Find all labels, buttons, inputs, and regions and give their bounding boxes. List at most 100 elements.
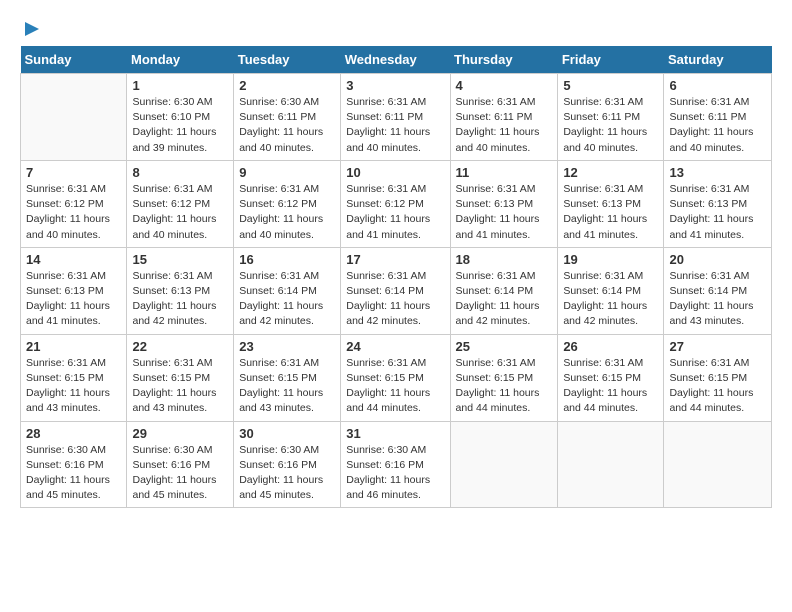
- day-number: 23: [239, 339, 335, 354]
- day-info: Sunrise: 6:31 AM Sunset: 6:13 PM Dayligh…: [456, 182, 553, 243]
- calendar-cell: 19 Sunrise: 6:31 AM Sunset: 6:14 PM Dayli…: [558, 247, 664, 334]
- calendar-cell: 1 Sunrise: 6:30 AM Sunset: 6:10 PM Daylig…: [127, 74, 234, 161]
- day-info: Sunrise: 6:31 AM Sunset: 6:14 PM Dayligh…: [563, 269, 658, 330]
- calendar-cell: 21 Sunrise: 6:31 AM Sunset: 6:15 PM Dayli…: [21, 334, 127, 421]
- calendar-cell: 7 Sunrise: 6:31 AM Sunset: 6:12 PM Daylig…: [21, 160, 127, 247]
- day-number: 11: [456, 165, 553, 180]
- day-info: Sunrise: 6:31 AM Sunset: 6:12 PM Dayligh…: [239, 182, 335, 243]
- day-number: 10: [346, 165, 444, 180]
- calendar-cell: 15 Sunrise: 6:31 AM Sunset: 6:13 PM Dayli…: [127, 247, 234, 334]
- day-number: 21: [26, 339, 121, 354]
- day-info: Sunrise: 6:30 AM Sunset: 6:10 PM Dayligh…: [132, 95, 228, 156]
- day-info: Sunrise: 6:31 AM Sunset: 6:14 PM Dayligh…: [239, 269, 335, 330]
- day-number: 4: [456, 78, 553, 93]
- calendar-cell: 13 Sunrise: 6:31 AM Sunset: 6:13 PM Dayli…: [664, 160, 772, 247]
- calendar-cell: 4 Sunrise: 6:31 AM Sunset: 6:11 PM Daylig…: [450, 74, 558, 161]
- day-info: Sunrise: 6:31 AM Sunset: 6:12 PM Dayligh…: [132, 182, 228, 243]
- header-tuesday: Tuesday: [234, 46, 341, 74]
- week-row-3: 14 Sunrise: 6:31 AM Sunset: 6:13 PM Dayli…: [21, 247, 772, 334]
- day-number: 25: [456, 339, 553, 354]
- day-info: Sunrise: 6:31 AM Sunset: 6:11 PM Dayligh…: [669, 95, 766, 156]
- header-thursday: Thursday: [450, 46, 558, 74]
- day-number: 29: [132, 426, 228, 441]
- day-number: 19: [563, 252, 658, 267]
- day-number: 24: [346, 339, 444, 354]
- day-number: 22: [132, 339, 228, 354]
- day-number: 31: [346, 426, 444, 441]
- day-info: Sunrise: 6:31 AM Sunset: 6:15 PM Dayligh…: [132, 356, 228, 417]
- day-number: 28: [26, 426, 121, 441]
- day-info: Sunrise: 6:31 AM Sunset: 6:11 PM Dayligh…: [456, 95, 553, 156]
- day-number: 15: [132, 252, 228, 267]
- day-info: Sunrise: 6:30 AM Sunset: 6:16 PM Dayligh…: [26, 443, 121, 504]
- calendar-cell: 25 Sunrise: 6:31 AM Sunset: 6:15 PM Dayli…: [450, 334, 558, 421]
- day-info: Sunrise: 6:31 AM Sunset: 6:15 PM Dayligh…: [563, 356, 658, 417]
- day-info: Sunrise: 6:31 AM Sunset: 6:15 PM Dayligh…: [669, 356, 766, 417]
- day-info: Sunrise: 6:31 AM Sunset: 6:12 PM Dayligh…: [346, 182, 444, 243]
- day-info: Sunrise: 6:30 AM Sunset: 6:11 PM Dayligh…: [239, 95, 335, 156]
- calendar-cell: 18 Sunrise: 6:31 AM Sunset: 6:14 PM Dayli…: [450, 247, 558, 334]
- day-info: Sunrise: 6:31 AM Sunset: 6:15 PM Dayligh…: [239, 356, 335, 417]
- calendar-cell: [664, 421, 772, 508]
- day-number: 18: [456, 252, 553, 267]
- calendar-cell: 20 Sunrise: 6:31 AM Sunset: 6:14 PM Dayli…: [664, 247, 772, 334]
- week-row-2: 7 Sunrise: 6:31 AM Sunset: 6:12 PM Daylig…: [21, 160, 772, 247]
- calendar-cell: 12Sunrise: 6:31 AM Sunset: 6:13 PM Dayli…: [558, 160, 664, 247]
- calendar-cell: 17 Sunrise: 6:31 AM Sunset: 6:14 PM Dayli…: [341, 247, 450, 334]
- day-info: Sunrise: 6:31 AM Sunset: 6:13 PM Dayligh…: [563, 182, 658, 243]
- calendar-cell: 29 Sunrise: 6:30 AM Sunset: 6:16 PM Dayli…: [127, 421, 234, 508]
- day-info: Sunrise: 6:31 AM Sunset: 6:13 PM Dayligh…: [669, 182, 766, 243]
- calendar-cell: 28 Sunrise: 6:30 AM Sunset: 6:16 PM Dayli…: [21, 421, 127, 508]
- day-info: Sunrise: 6:30 AM Sunset: 6:16 PM Dayligh…: [239, 443, 335, 504]
- day-info: Sunrise: 6:31 AM Sunset: 6:13 PM Dayligh…: [132, 269, 228, 330]
- calendar-cell: 5 Sunrise: 6:31 AM Sunset: 6:11 PM Daylig…: [558, 74, 664, 161]
- day-info: Sunrise: 6:31 AM Sunset: 6:13 PM Dayligh…: [26, 269, 121, 330]
- calendar-table: SundayMondayTuesdayWednesdayThursdayFrid…: [20, 46, 772, 508]
- day-info: Sunrise: 6:31 AM Sunset: 6:11 PM Dayligh…: [563, 95, 658, 156]
- calendar-cell: 14 Sunrise: 6:31 AM Sunset: 6:13 PM Dayli…: [21, 247, 127, 334]
- day-info: Sunrise: 6:30 AM Sunset: 6:16 PM Dayligh…: [132, 443, 228, 504]
- calendar-cell: [21, 74, 127, 161]
- logo: [20, 20, 43, 36]
- page-header: [20, 20, 772, 36]
- day-number: 5: [563, 78, 658, 93]
- calendar-cell: 3Sunrise: 6:31 AM Sunset: 6:11 PM Daylig…: [341, 74, 450, 161]
- calendar-cell: 16 Sunrise: 6:31 AM Sunset: 6:14 PM Dayli…: [234, 247, 341, 334]
- week-row-4: 21 Sunrise: 6:31 AM Sunset: 6:15 PM Dayli…: [21, 334, 772, 421]
- week-row-5: 28 Sunrise: 6:30 AM Sunset: 6:16 PM Dayli…: [21, 421, 772, 508]
- day-info: Sunrise: 6:31 AM Sunset: 6:15 PM Dayligh…: [346, 356, 444, 417]
- day-number: 20: [669, 252, 766, 267]
- calendar-cell: 22 Sunrise: 6:31 AM Sunset: 6:15 PM Dayli…: [127, 334, 234, 421]
- day-number: 7: [26, 165, 121, 180]
- calendar-cell: 9 Sunrise: 6:31 AM Sunset: 6:12 PM Daylig…: [234, 160, 341, 247]
- day-number: 13: [669, 165, 766, 180]
- day-info: Sunrise: 6:31 AM Sunset: 6:14 PM Dayligh…: [346, 269, 444, 330]
- calendar-cell: 2 Sunrise: 6:30 AM Sunset: 6:11 PM Daylig…: [234, 74, 341, 161]
- header-wednesday: Wednesday: [341, 46, 450, 74]
- day-number: 17: [346, 252, 444, 267]
- day-info: Sunrise: 6:31 AM Sunset: 6:14 PM Dayligh…: [669, 269, 766, 330]
- day-info: Sunrise: 6:31 AM Sunset: 6:14 PM Dayligh…: [456, 269, 553, 330]
- calendar-cell: 24 Sunrise: 6:31 AM Sunset: 6:15 PM Dayli…: [341, 334, 450, 421]
- calendar-cell: 26Sunrise: 6:31 AM Sunset: 6:15 PM Dayli…: [558, 334, 664, 421]
- day-number: 2: [239, 78, 335, 93]
- header-sunday: Sunday: [21, 46, 127, 74]
- calendar-cell: 27Sunrise: 6:31 AM Sunset: 6:15 PM Dayli…: [664, 334, 772, 421]
- calendar-cell: 6Sunrise: 6:31 AM Sunset: 6:11 PM Daylig…: [664, 74, 772, 161]
- day-info: Sunrise: 6:31 AM Sunset: 6:15 PM Dayligh…: [456, 356, 553, 417]
- header-friday: Friday: [558, 46, 664, 74]
- day-number: 14: [26, 252, 121, 267]
- calendar-cell: [558, 421, 664, 508]
- calendar-cell: 30 Sunrise: 6:30 AM Sunset: 6:16 PM Dayli…: [234, 421, 341, 508]
- day-number: 1: [132, 78, 228, 93]
- calendar-header-row: SundayMondayTuesdayWednesdayThursdayFrid…: [21, 46, 772, 74]
- day-number: 16: [239, 252, 335, 267]
- day-info: Sunrise: 6:31 AM Sunset: 6:15 PM Dayligh…: [26, 356, 121, 417]
- day-number: 30: [239, 426, 335, 441]
- calendar-cell: [450, 421, 558, 508]
- day-number: 9: [239, 165, 335, 180]
- day-info: Sunrise: 6:31 AM Sunset: 6:12 PM Dayligh…: [26, 182, 121, 243]
- calendar-cell: 11 Sunrise: 6:31 AM Sunset: 6:13 PM Dayli…: [450, 160, 558, 247]
- header-saturday: Saturday: [664, 46, 772, 74]
- logo-arrow-icon: [21, 18, 43, 40]
